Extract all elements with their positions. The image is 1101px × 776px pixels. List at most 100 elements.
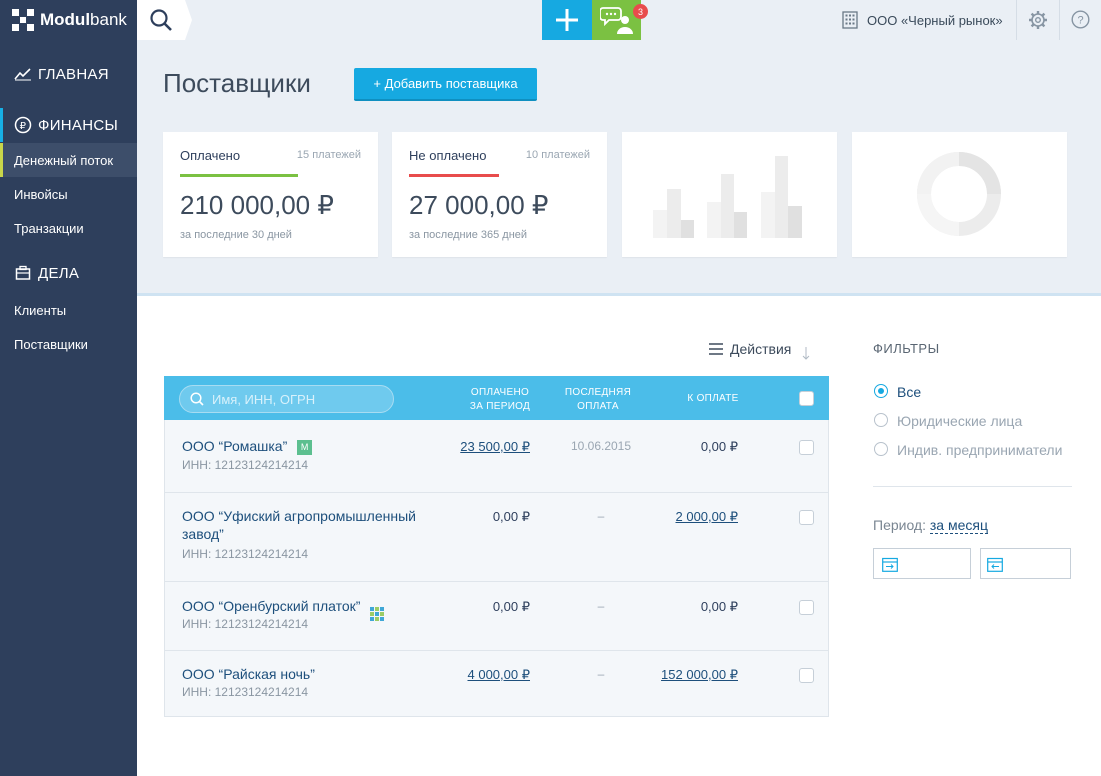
gear-icon[interactable]	[1028, 10, 1048, 30]
paid-amount-link[interactable]: 4 000,00 ₽	[468, 667, 531, 683]
sidebar-item-clients[interactable]: Клиенты	[0, 293, 137, 327]
period-label: Период:	[873, 517, 926, 533]
sidebar-item-cashflow[interactable]: Денежный поток	[0, 143, 137, 177]
supplier-inn: ИНН: 12123124214214	[182, 617, 309, 631]
bar-chart-placeholder-icon	[653, 156, 802, 238]
filter-radio-legal[interactable]	[874, 413, 888, 427]
actions-label: Действия	[730, 341, 792, 357]
plus-icon	[556, 9, 578, 31]
ruble-circle-icon: ₽	[14, 116, 32, 134]
unpaid-card[interactable]: Не оплачено 10 платежей 27 000,00 ₽ за п…	[392, 132, 607, 257]
table-row[interactable]: ООО “Уфиский агропромышленный завод” ИНН…	[164, 493, 829, 582]
m-badge-icon: M	[297, 440, 313, 455]
topbar-divider	[1059, 0, 1060, 40]
nav-section-finance[interactable]: ₽ ФИНАНСЫ	[0, 108, 137, 142]
modulbank-badge-icon	[370, 607, 385, 621]
card-subtitle: за последние 30 дней	[180, 229, 292, 241]
due-amount: 0,00 ₽	[700, 439, 738, 454]
column-header-line: ОПЛАТА	[577, 401, 619, 412]
supplier-inn: ИНН: 12123124214214	[182, 458, 309, 472]
search-icon	[190, 392, 204, 406]
add-supplier-button[interactable]: + Добавить поставщика	[354, 68, 537, 101]
nav-section-label: ФИНАНСЫ	[38, 116, 119, 134]
card-sum: 210 000,00 ₽	[180, 190, 334, 220]
supplier-search-field[interactable]	[179, 385, 394, 413]
last-payment-date: –	[597, 599, 605, 613]
column-header-paid[interactable]: ОПЛАЧЕНО ЗА ПЕРИОД	[455, 386, 545, 414]
row-checkbox[interactable]	[799, 510, 814, 525]
svg-text:₽: ₽	[20, 121, 27, 132]
card-indicator	[409, 174, 499, 177]
nav-section-main[interactable]: ГЛАВНАЯ	[0, 60, 137, 88]
due-amount-link[interactable]: 2 000,00 ₽	[676, 509, 739, 525]
table-row[interactable]: ООО “Райская ночь” ИНН: 12123124214214 4…	[164, 651, 829, 717]
sidebar-item-label: Поставщики	[14, 336, 88, 352]
table-row[interactable]: ООО “Оренбурский платок” ИНН: 1212312421…	[164, 582, 829, 651]
donut-chart-placeholder-icon	[917, 152, 1001, 236]
column-header-line: ЗА ПЕРИОД	[469, 401, 531, 412]
sidebar-item-label: Инвойсы	[14, 186, 68, 202]
search-button[interactable]	[137, 0, 192, 40]
supplier-name-text: ООО “Ромашка”	[182, 438, 288, 454]
logo[interactable]: Modul bank	[0, 0, 137, 40]
card-label: Оплачено	[180, 148, 241, 163]
period-link[interactable]: за месяц	[929, 517, 988, 534]
bar-chart-card[interactable]	[622, 132, 837, 257]
chat-person-icon	[599, 7, 633, 34]
column-header-due[interactable]: К ОПЛАТЕ	[668, 392, 758, 406]
row-checkbox[interactable]	[799, 600, 814, 615]
row-checkbox[interactable]	[799, 440, 814, 455]
filter-label-all[interactable]: Все	[897, 384, 921, 400]
chart-line-icon	[14, 65, 32, 83]
paid-amount: 0,00 ₽	[492, 599, 530, 614]
column-header-last-payment[interactable]: ПОСЛЕДНЯЯ ОПЛАТА	[553, 386, 643, 414]
sidebar-item-label: Клиенты	[14, 302, 67, 318]
building-icon	[842, 11, 858, 29]
sidebar-item-transactions[interactable]: Транзакции	[0, 211, 137, 245]
create-button[interactable]	[542, 0, 592, 40]
sidebar-item-invoices[interactable]: Инвойсы	[0, 177, 137, 211]
supplier-inn: ИНН: 12123124214214	[182, 685, 309, 699]
donut-chart-card[interactable]	[852, 132, 1067, 257]
date-to-field[interactable]	[980, 548, 1071, 579]
sidebar-item-suppliers[interactable]: Поставщики	[0, 327, 137, 361]
filter-label-legal[interactable]: Юридические лица	[897, 413, 1022, 429]
card-count: 10 платежей	[525, 149, 590, 161]
due-amount: 0,00 ₽	[700, 599, 738, 614]
supplier-name[interactable]: ООО “Ромашка” M	[182, 437, 313, 455]
calendar-from-icon	[882, 557, 898, 572]
logo-text-bold: Modul	[40, 10, 91, 29]
filter-radio-all[interactable]	[874, 384, 888, 398]
select-all-checkbox[interactable]	[799, 391, 814, 406]
filters-title: ФИЛЬТРЫ	[873, 341, 940, 356]
page-title: Поставщики	[163, 68, 311, 98]
supplier-name[interactable]: ООО “Уфиский агропромышленный завод”	[182, 507, 427, 543]
nav-section-label: ГЛАВНАЯ	[38, 65, 109, 83]
row-checkbox[interactable]	[799, 668, 814, 683]
company-selector[interactable]: ООО «Черный рынок»	[842, 0, 1003, 40]
paid-amount-link[interactable]: 23 500,00 ₽	[460, 439, 530, 455]
supplier-search-input[interactable]	[212, 391, 382, 407]
supplier-name[interactable]: ООО “Райская ночь”	[182, 665, 315, 683]
calendar-to-icon	[987, 557, 1003, 572]
card-sum: 27 000,00 ₽	[409, 190, 549, 220]
due-amount-link[interactable]: 152 000,00 ₽	[661, 667, 738, 683]
modulbank-logo-icon	[12, 9, 34, 31]
card-label: Не оплачено	[409, 148, 487, 163]
last-payment-date: –	[597, 509, 605, 523]
actions-menu[interactable]: Действия	[709, 337, 811, 361]
help-icon[interactable]: ?	[1071, 10, 1090, 29]
notification-badge: 3	[633, 4, 648, 19]
filter-radio-individual[interactable]	[874, 442, 888, 456]
company-name: ООО «Черный рынок»	[867, 12, 1003, 28]
supplier-inn: ИНН: 12123124214214	[182, 547, 309, 561]
card-indicator	[180, 174, 298, 177]
last-payment-date: –	[597, 667, 605, 681]
nav-section-label: ДЕЛА	[38, 264, 80, 282]
table-row[interactable]: ООО “Ромашка” M ИНН: 12123124214214 23 5…	[164, 420, 829, 493]
card-count: 15 платежей	[296, 149, 361, 161]
paid-card[interactable]: Оплачено 15 платежей 210 000,00 ₽ за пос…	[163, 132, 378, 257]
nav-section-business[interactable]: ДЕЛА	[0, 259, 137, 287]
date-from-field[interactable]	[873, 548, 971, 579]
filter-label-individual[interactable]: Индив. предприниматели	[897, 442, 1062, 458]
